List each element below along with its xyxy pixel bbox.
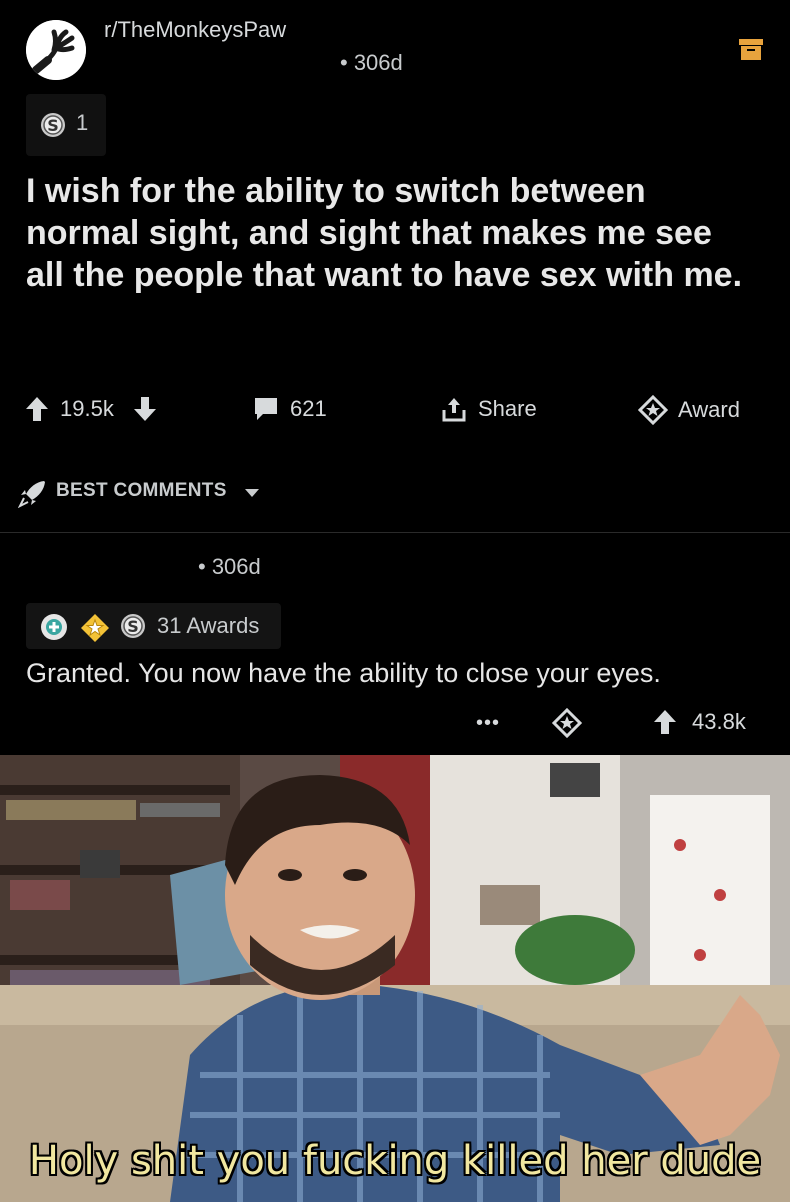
silver-award-icon: S (121, 614, 145, 638)
upvote-icon[interactable] (24, 395, 50, 423)
comment-awards-chip[interactable]: S 31 Awards (26, 603, 281, 649)
rocket-icon (18, 481, 45, 508)
post-header: r/TheMonkeysPaw • 306d S 1 (0, 0, 790, 160)
comments-button[interactable]: 621 (252, 395, 327, 423)
share-label: Share (478, 396, 537, 421)
post-age: • 306d (340, 50, 403, 75)
comment-icon (255, 398, 277, 420)
svg-text:S: S (127, 617, 139, 636)
award-button[interactable]: Award (638, 395, 740, 425)
divider (0, 532, 790, 533)
svg-text:S: S (47, 116, 59, 135)
share-icon (442, 398, 466, 422)
sort-label: BEST COMMENTS (56, 480, 227, 501)
award-label: Award (678, 397, 740, 422)
meme-image (0, 755, 790, 1202)
monkey-paw-icon (26, 20, 86, 80)
post-award-chip[interactable]: S 1 (26, 94, 106, 156)
comment-age: • 306d (198, 554, 261, 579)
post-award-count: 1 (76, 110, 89, 135)
award-icon[interactable] (552, 708, 582, 738)
comment-action-bar: ••• 43.8k (0, 700, 790, 744)
comment-vote-group: 43.8k (652, 708, 746, 736)
comment-score: 43.8k (692, 709, 746, 734)
vote-group: 19.5k (24, 395, 158, 423)
subreddit-avatar[interactable] (26, 20, 86, 80)
post-score: 19.5k (60, 396, 114, 421)
upvote-icon[interactable] (652, 708, 678, 736)
helpful-award-icon (41, 614, 67, 640)
more-options-icon[interactable]: ••• (476, 712, 500, 735)
meme-caption: Holy shit you fucking killed her dude (28, 1138, 762, 1184)
award-icon (638, 395, 668, 425)
downvote-icon[interactable] (132, 395, 158, 423)
comment-sort-selector[interactable]: BEST COMMENTS (0, 470, 790, 510)
chevron-down-icon (245, 489, 259, 497)
silver-award-icon: S (40, 112, 66, 138)
gold-award-icon (81, 614, 109, 642)
share-button[interactable]: Share (440, 395, 537, 423)
comment-body: Granted. You now have the ability to clo… (26, 658, 661, 688)
post-action-bar: 19.5k 621 Share Award (0, 385, 790, 435)
post-title[interactable]: I wish for the ability to switch between… (26, 170, 756, 296)
save-icon[interactable] (738, 36, 764, 62)
comment-awards-count: 31 Awards (157, 613, 260, 638)
subreddit-name[interactable]: r/TheMonkeysPaw (104, 17, 286, 43)
comment-count: 621 (290, 396, 327, 421)
meme-scene (0, 755, 790, 1202)
